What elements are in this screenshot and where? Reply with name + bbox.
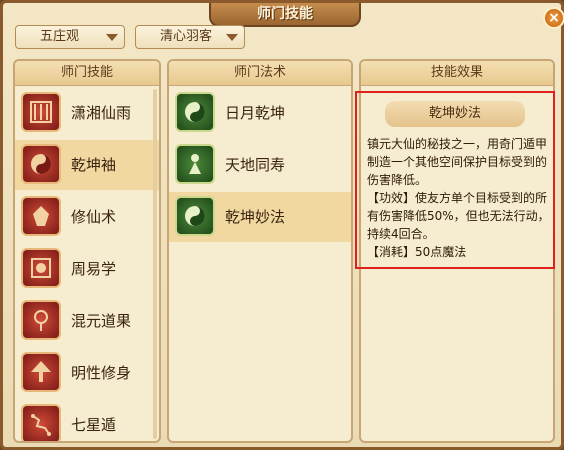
warrior-icon	[21, 196, 61, 236]
chevron-down-icon	[106, 34, 118, 41]
skill-item[interactable]: 混元道果	[15, 296, 159, 346]
rain-icon	[21, 92, 61, 132]
skill-item[interactable]: 乾坤袖	[15, 140, 159, 190]
effect-panel-header: 技能效果	[361, 61, 553, 86]
skill-item[interactable]: 修仙术	[15, 192, 159, 242]
skill-label: 修仙术	[71, 208, 117, 226]
spell-label: 日月乾坤	[225, 104, 286, 122]
bagua-icon	[21, 248, 61, 288]
spell-item[interactable]: 日月乾坤	[169, 88, 351, 138]
skill-label: 潇湘仙雨	[71, 104, 132, 122]
effect-text: 镇元大仙的秘技之一，用奇门遁甲制造一个其他空间保护目标受到的伤害降低。 【功效】…	[367, 135, 551, 261]
yinyang-sleeve-icon	[21, 144, 61, 184]
school-dropdown-value: 五庄观	[40, 29, 80, 44]
skills-window: 师门技能 × 五庄观 清心羽客 师门技能 潇湘仙雨 乾坤袖 修仙术 周易学 混元…	[0, 0, 564, 450]
skills-panel-header: 师门技能	[15, 61, 159, 86]
skill-label: 七星遁	[71, 416, 117, 434]
window-title: 师门技能	[209, 3, 361, 27]
skill-label: 乾坤袖	[71, 156, 117, 174]
effect-title: 乾坤妙法	[385, 101, 525, 127]
character-dropdown-value: 清心羽客	[160, 29, 213, 44]
spell-item[interactable]: 天地同寿	[169, 140, 351, 190]
spells-panel-header: 师门法术	[169, 61, 351, 86]
yinyang-icon	[175, 92, 215, 132]
skill-label: 周易学	[71, 260, 117, 278]
skill-item[interactable]: 潇湘仙雨	[15, 88, 159, 138]
skills-scrollbar[interactable]	[153, 89, 157, 439]
spell-label: 乾坤妙法	[225, 208, 286, 226]
tree-icon	[21, 352, 61, 392]
skills-panel: 师门技能 潇湘仙雨 乾坤袖 修仙术 周易学 混元道果 明性修身 七星遁	[13, 59, 161, 443]
spell-label: 天地同寿	[225, 156, 286, 174]
school-dropdown[interactable]: 五庄观	[15, 25, 125, 49]
spells-panel: 师门法术 日月乾坤 天地同寿 乾坤妙法	[167, 59, 353, 443]
effect-line: 【消耗】50点魔法	[367, 245, 467, 259]
skill-label: 明性修身	[71, 364, 132, 382]
orb-icon	[21, 300, 61, 340]
skill-item[interactable]: 周易学	[15, 244, 159, 294]
effect-description-box: 乾坤妙法 镇元大仙的秘技之一，用奇门遁甲制造一个其他空间保护目标受到的伤害降低。…	[355, 91, 555, 269]
skill-label: 混元道果	[71, 312, 132, 330]
skill-item[interactable]: 明性修身	[15, 348, 159, 398]
constellation-icon	[21, 404, 61, 441]
effect-line: 镇元大仙的秘技之一，用奇门遁甲制造一个其他空间保护目标受到的伤害降低。	[367, 137, 548, 187]
character-dropdown[interactable]: 清心羽客	[135, 25, 245, 49]
skill-item[interactable]: 七星遁	[15, 400, 159, 441]
close-button[interactable]: ×	[543, 7, 564, 29]
effect-line: 【功效】使友方单个目标受到的所有伤害降低50%，但也无法行动，持续4回合。	[367, 191, 550, 241]
chevron-down-icon	[226, 34, 238, 41]
yinyang-icon	[175, 196, 215, 236]
spell-item[interactable]: 乾坤妙法	[169, 192, 351, 242]
figure-icon	[175, 144, 215, 184]
